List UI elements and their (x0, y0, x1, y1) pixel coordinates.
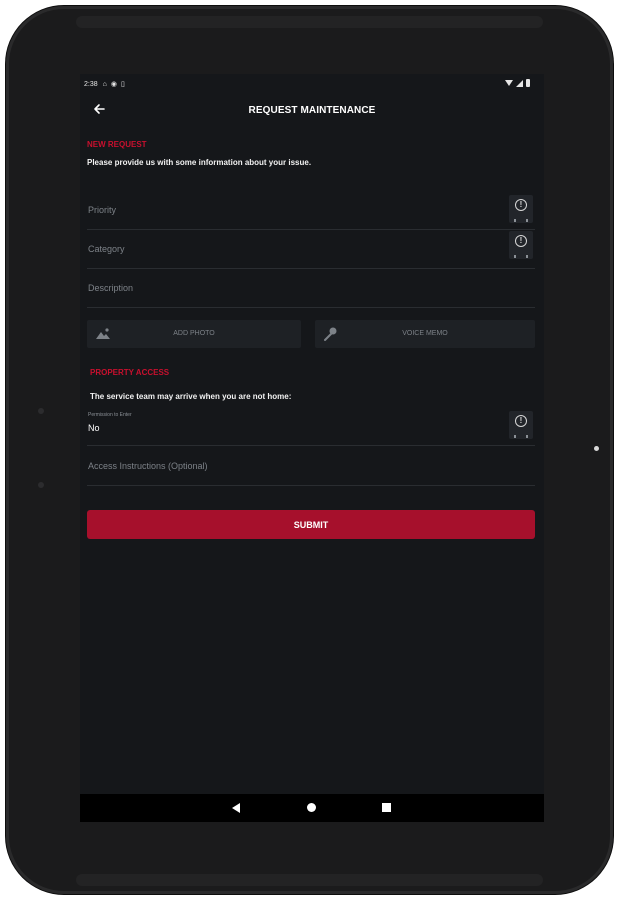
dropdown-ticks (514, 435, 528, 438)
access-instructions-placeholder: Access Instructions (Optional) (88, 461, 208, 471)
status-right (505, 79, 530, 87)
info-icon: ! (515, 415, 527, 427)
description-field[interactable]: Description (87, 270, 535, 308)
page-title: REQUEST MAINTENANCE (248, 105, 376, 116)
info-icon: ! (515, 199, 527, 211)
add-photo-label: ADD PHOTO (173, 330, 215, 337)
permission-info-button[interactable]: ! (509, 411, 533, 439)
property-access-helper: The service team may arrive when you are… (90, 392, 292, 401)
bezel-top (76, 16, 543, 28)
description-placeholder: Description (88, 283, 134, 293)
submit-button[interactable]: SUBMIT (87, 510, 535, 539)
android-icon: ◉ (110, 81, 117, 88)
priority-field[interactable]: Priority ! (87, 192, 535, 230)
sim-icon: ▯ (120, 81, 125, 88)
new-request-helper: Please provide us with some information … (87, 158, 312, 167)
app-screen: 2:38 ⌂ ◉ ▯ REQUEST MAINTENANCE NEW REQUE… (80, 74, 544, 822)
dropdown-ticks (514, 255, 528, 258)
signal-icon (516, 79, 523, 87)
priority-info-button[interactable]: ! (509, 195, 533, 223)
nav-back-icon[interactable] (232, 803, 240, 813)
category-field[interactable]: Category ! (87, 231, 535, 269)
side-sensor-top (38, 408, 44, 414)
navigation-bar (80, 794, 544, 822)
status-bar: 2:38 ⌂ ◉ ▯ (80, 74, 544, 94)
info-icon: ! (515, 235, 527, 247)
app-bar: REQUEST MAINTENANCE (80, 98, 544, 122)
category-info-button[interactable]: ! (509, 231, 533, 259)
permission-value: No (88, 423, 100, 433)
nav-home-icon[interactable] (307, 803, 316, 812)
new-request-label: NEW REQUEST (87, 140, 147, 149)
permission-label: Permission to Enter (88, 412, 132, 418)
wifi-icon (505, 80, 513, 86)
property-access-label: PROPERTY ACCESS (90, 368, 170, 377)
nav-recents-icon[interactable] (382, 803, 391, 812)
status-time: 2:38 (84, 80, 98, 88)
camera-dot (594, 446, 599, 451)
battery-icon (526, 79, 530, 87)
submit-label: SUBMIT (293, 520, 329, 530)
priority-placeholder: Priority (88, 205, 117, 215)
access-instructions-field[interactable]: Access Instructions (Optional) (87, 448, 535, 486)
notification-icon: ⌂ (102, 80, 107, 88)
dropdown-ticks (514, 219, 528, 222)
voice-memo-label: VOICE MEMO (402, 330, 448, 337)
side-sensor-bottom (38, 482, 44, 488)
voice-memo-button[interactable]: VOICE MEMO (315, 320, 535, 348)
add-photo-button[interactable]: ADD PHOTO (87, 320, 301, 348)
permission-to-enter-field[interactable]: Permission to Enter No ! (87, 408, 535, 446)
category-placeholder: Category (88, 244, 125, 254)
bezel-bottom (76, 874, 543, 886)
